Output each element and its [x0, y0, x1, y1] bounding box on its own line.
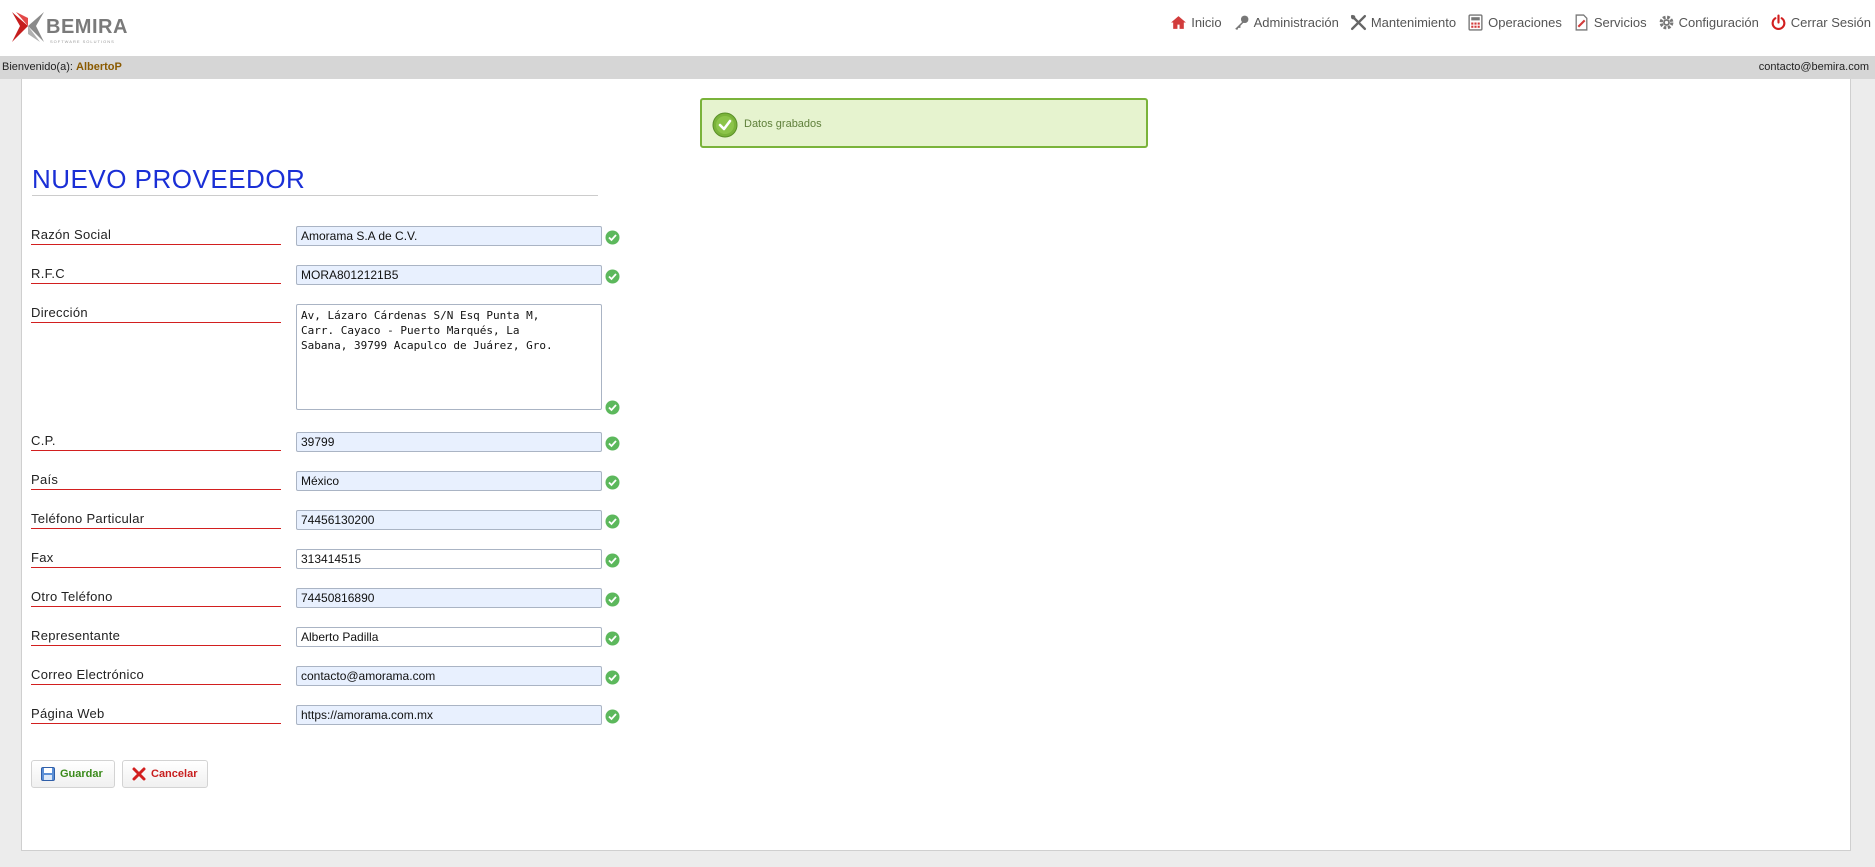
razon-social-input[interactable]: Amorama S.A de C.V. — [296, 226, 602, 246]
label-representante: Representante — [31, 628, 281, 646]
calculator-icon — [1468, 14, 1483, 31]
nav-label: Configuración — [1678, 15, 1759, 30]
nav-cerrar-sesion[interactable]: Cerrar Sesión — [1770, 14, 1871, 31]
welcome-bar: Bienvenido(a): AlbertoP contacto@bemira.… — [0, 56, 1875, 79]
title-divider — [32, 195, 598, 196]
label-pagina-web: Página Web — [31, 706, 281, 724]
nav-administracion[interactable]: Administración — [1233, 14, 1339, 31]
fax-input[interactable]: 313414515 — [296, 549, 602, 569]
save-button-label: Guardar — [60, 768, 103, 780]
label-direccion: Dirección — [31, 305, 281, 323]
cp-input[interactable]: 39799 — [296, 432, 602, 452]
nav-mantenimiento[interactable]: Mantenimiento — [1350, 14, 1456, 31]
nav-label: Administración — [1253, 15, 1339, 30]
brand-tagline: SOFTWARE SOLUTIONS — [50, 39, 115, 44]
nav-inicio[interactable]: Inicio — [1170, 14, 1222, 31]
valid-check-icon — [605, 436, 620, 451]
label-cp: C.P. — [31, 433, 281, 451]
correo-electronico-input[interactable]: contacto@amorama.com — [296, 666, 602, 686]
label-otro-telefono: Otro Teléfono — [31, 589, 281, 607]
cancel-button[interactable]: Cancelar — [122, 760, 208, 788]
main-nav: Inicio Administración Mantenimiento Oper… — [1159, 14, 1871, 31]
nav-configuracion[interactable]: Configuración — [1658, 14, 1759, 31]
otro-telefono-input[interactable]: 74450816890 — [296, 588, 602, 608]
nav-label: Servicios — [1593, 15, 1647, 30]
document-edit-icon — [1575, 14, 1588, 31]
label-rfc: R.F.C — [31, 266, 281, 284]
pais-input[interactable]: México — [296, 471, 602, 491]
tools-icon — [1350, 14, 1366, 31]
home-icon — [1171, 16, 1187, 29]
telefono-particular-input[interactable]: 74456130200 — [296, 510, 602, 530]
close-icon — [132, 767, 146, 781]
nav-operaciones[interactable]: Operaciones — [1467, 14, 1562, 31]
bemira-logo[interactable]: BEMIRA SOFTWARE SOLUTIONS — [8, 6, 138, 48]
brand-name: BEMIRA — [46, 16, 128, 38]
valid-check-icon — [605, 514, 620, 529]
bemira-logo-mark-icon — [12, 12, 44, 42]
notice-message: Datos grabados — [744, 118, 822, 130]
valid-check-icon — [605, 475, 620, 490]
label-telefono-particular: Teléfono Particular — [31, 511, 281, 529]
top-header: BEMIRA SOFTWARE SOLUTIONS Inicio Adminis… — [0, 0, 1875, 56]
valid-check-icon — [605, 592, 620, 607]
welcome-user: AlbertoP — [76, 61, 122, 73]
key-icon — [1234, 15, 1248, 30]
gear-icon — [1659, 15, 1673, 30]
valid-check-icon — [605, 269, 620, 284]
save-button[interactable]: Guardar — [31, 760, 115, 788]
nav-servicios[interactable]: Servicios — [1573, 14, 1647, 31]
direccion-textarea[interactable]: Av, Lázaro Cárdenas S/N Esq Punta M, Car… — [296, 304, 602, 410]
floppy-disk-icon — [41, 767, 55, 781]
label-fax: Fax — [31, 550, 281, 568]
nav-label: Mantenimiento — [1370, 15, 1457, 30]
label-razon-social: Razón Social — [31, 227, 281, 245]
label-pais: País — [31, 472, 281, 490]
page-title: NUEVO PROVEEDOR — [32, 164, 306, 194]
pagina-web-input[interactable]: https://amorama.com.mx — [296, 705, 602, 725]
valid-check-icon — [605, 230, 620, 245]
welcome-prefix: Bienvenido(a): — [2, 61, 73, 73]
valid-check-icon — [605, 553, 620, 568]
power-icon — [1771, 14, 1786, 30]
valid-check-icon — [605, 400, 620, 415]
success-notice: Datos grabados — [700, 98, 1148, 148]
contact-email: contacto@bemira.com — [1758, 61, 1869, 73]
cancel-button-label: Cancelar — [151, 768, 198, 780]
valid-check-icon — [605, 631, 620, 646]
representante-input[interactable]: Alberto Padilla — [296, 627, 602, 647]
valid-check-icon — [605, 670, 620, 685]
success-check-icon — [712, 112, 738, 138]
valid-check-icon — [605, 709, 620, 724]
label-correo-electronico: Correo Electrónico — [31, 667, 281, 685]
nav-label: Inicio — [1191, 15, 1222, 30]
nav-label: Operaciones — [1488, 15, 1562, 30]
nav-label: Cerrar Sesión — [1790, 15, 1871, 30]
rfc-input[interactable]: MORA8012121B5 — [296, 265, 602, 285]
